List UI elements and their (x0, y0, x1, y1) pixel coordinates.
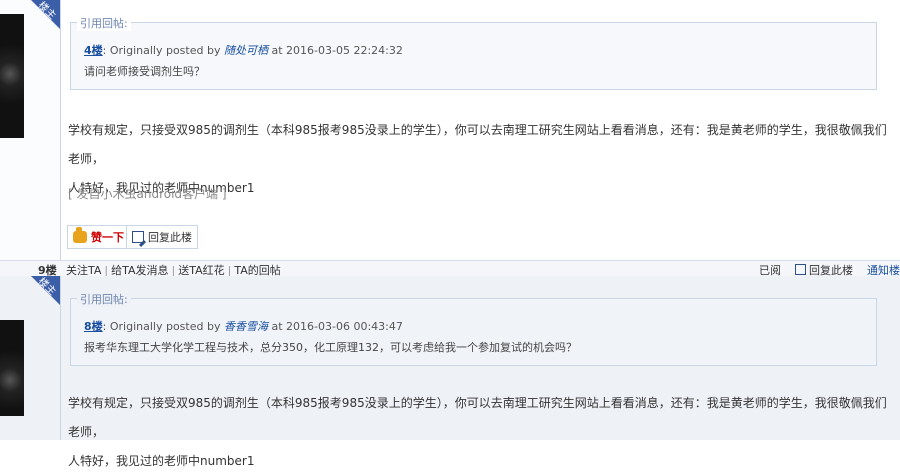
reply-icon (795, 264, 806, 275)
author-sidebar: 楼主 (0, 0, 61, 260)
quoted-author[interactable]: 随处可栖 (224, 44, 268, 57)
quote-header: 8楼: Originally posted by 香香雪海 at 2016-03… (84, 318, 403, 334)
post-content-line: 人特好，我见过的老师中number1 (68, 454, 255, 468)
post-10: 楼主 引用回帖: 8楼: Originally posted by 香香雪海 a… (0, 276, 900, 468)
quote-time: at 2016-03-05 22:24:32 (271, 44, 403, 57)
post-source: [ 发自小木虫android客户端 ] (68, 187, 227, 201)
quote-legend: 引用回帖: (77, 291, 131, 307)
quote-box: 引用回帖: 4楼: Originally posted by 随处可栖 at 2… (70, 15, 877, 90)
like-button[interactable]: 赞一下 (67, 225, 130, 249)
quote-posted-by: : Originally posted by (102, 320, 221, 333)
post-content-line: 学校有规定，只接受双985的调剂生（本科985报考985没录上的学生），你可以去… (68, 396, 887, 439)
quote-body: 报考华东理工大学化学工程与技术，总分350，化工原理132，可以考虑给我一个参加… (84, 341, 577, 354)
post-9: 楼主 引用回帖: 4楼: Originally posted by 随处可栖 a… (0, 0, 900, 260)
quoted-floor-link[interactable]: 4楼 (84, 44, 103, 57)
edit-icon (132, 231, 144, 243)
like-label: 赞一下 (91, 231, 124, 244)
quote-legend: 引用回帖: (77, 15, 131, 31)
op-badge: 楼主 (31, 0, 60, 29)
post-content: 学校有规定，只接受双985的调剂生（本科985报考985没录上的学生），你可以去… (68, 389, 888, 476)
quoted-floor-link[interactable]: 8楼 (84, 320, 103, 333)
quote-header: 4楼: Originally posted by 随处可栖 at 2016-03… (84, 42, 403, 58)
avatar[interactable] (0, 14, 24, 138)
op-badge: 楼主 (31, 276, 60, 305)
avatar[interactable] (0, 320, 24, 416)
author-sidebar: 楼主 (0, 276, 61, 440)
quote-posted-by: : Originally posted by (102, 44, 221, 57)
post-content-line: 学校有规定，只接受双985的调剂生（本科985报考985没录上的学生），你可以去… (68, 123, 887, 166)
quote-body: 请问老师接受调剂生吗？ (84, 65, 205, 78)
quote-time: at 2016-03-06 00:43:47 (271, 320, 403, 333)
reply-floor-button[interactable]: 回复此楼 (126, 225, 198, 249)
quote-box: 引用回帖: 8楼: Originally posted by 香香雪海 at 2… (70, 291, 877, 366)
thumbs-up-icon (73, 227, 87, 243)
reply-label: 回复此楼 (148, 231, 192, 244)
quoted-author[interactable]: 香香雪海 (224, 320, 268, 333)
